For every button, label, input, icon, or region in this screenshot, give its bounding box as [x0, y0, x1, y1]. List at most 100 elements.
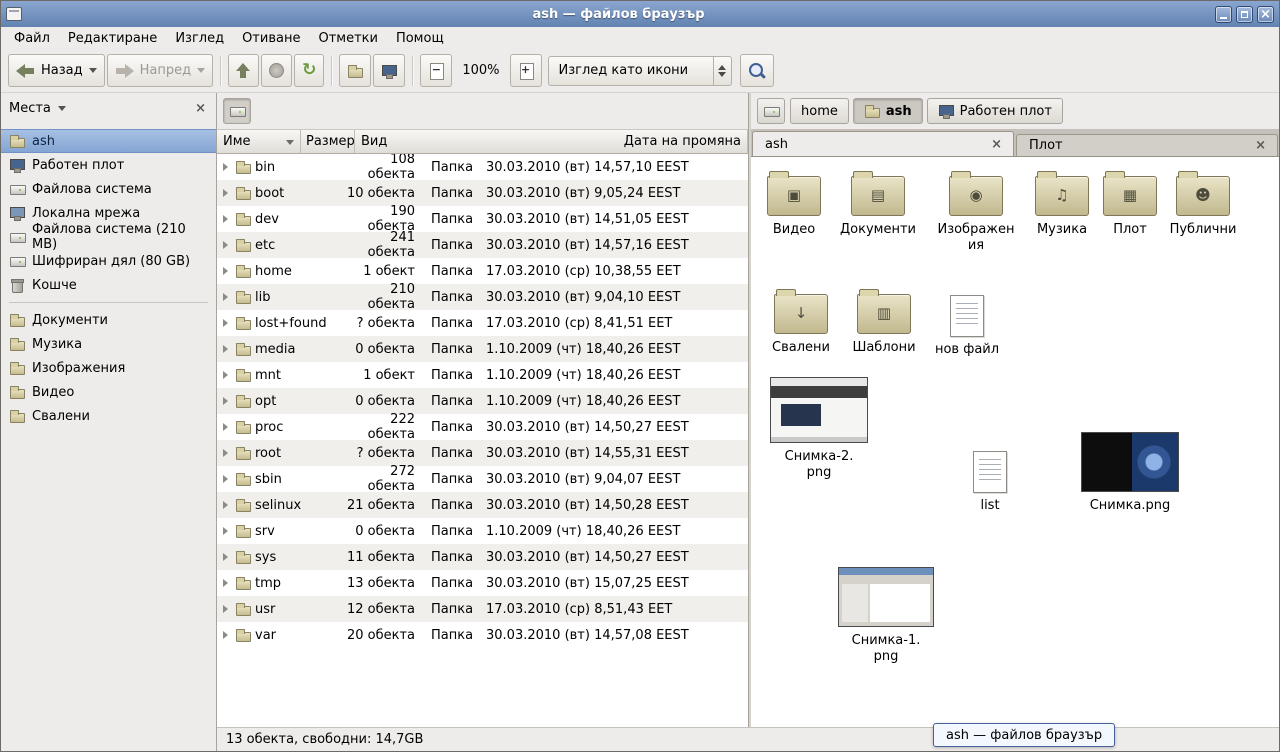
expander-icon[interactable]: [221, 474, 231, 484]
table-row[interactable]: home 1 обект Папка 17.03.2010 (ср) 10,38…: [217, 258, 748, 284]
expander-icon[interactable]: [221, 500, 231, 510]
expander-icon[interactable]: [221, 318, 231, 328]
menu-item[interactable]: Редактиране: [59, 27, 166, 49]
sidebar-item[interactable]: Кошче: [1, 273, 216, 297]
reload-button[interactable]: [294, 54, 324, 87]
expander-icon[interactable]: [221, 552, 231, 562]
sidebar-item[interactable]: Свалени: [1, 404, 216, 428]
table-row[interactable]: selinux 21 обекта Папка 30.03.2010 (вт) …: [217, 492, 748, 518]
icon-view-item[interactable]: list: [948, 445, 1032, 514]
home-button[interactable]: [339, 54, 371, 87]
icon-view-item[interactable]: ☻ Публични: [1161, 169, 1245, 238]
table-row[interactable]: lost+found ? обекта Папка 17.03.2010 (ср…: [217, 310, 748, 336]
expander-icon[interactable]: [221, 448, 231, 458]
minimize-button[interactable]: [1215, 6, 1232, 23]
icon-view-item[interactable]: нов файл: [925, 289, 1009, 358]
tab[interactable]: ash: [752, 131, 1014, 156]
menu-item[interactable]: Отметки: [309, 27, 386, 49]
folder-icon: [235, 315, 251, 331]
expander-icon[interactable]: [221, 526, 231, 536]
expander-icon[interactable]: [221, 422, 231, 432]
icon-view-item[interactable]: ◉ Изображения: [934, 169, 1018, 254]
search-button[interactable]: [740, 54, 774, 87]
column-header[interactable]: Дата на промяна: [618, 130, 748, 153]
root-location-button[interactable]: [223, 98, 251, 124]
icon-view-item[interactable]: ▣ Видео: [752, 169, 836, 238]
expander-icon[interactable]: [221, 214, 231, 224]
expander-icon[interactable]: [221, 578, 231, 588]
expander-icon[interactable]: [221, 240, 231, 250]
column-header[interactable]: Име: [217, 130, 301, 153]
zoom-out-button[interactable]: [420, 54, 452, 87]
table-row[interactable]: usr 12 обекта Папка 17.03.2010 (ср) 8,51…: [217, 596, 748, 622]
icon-view-item[interactable]: Снимка-1.png: [834, 567, 938, 665]
table-row[interactable]: boot 10 обекта Папка 30.03.2010 (вт) 9,0…: [217, 180, 748, 206]
expander-icon[interactable]: [221, 370, 231, 380]
sidebar-item[interactable]: ash: [1, 129, 216, 153]
expander-icon[interactable]: [221, 162, 231, 172]
table-row[interactable]: proc 222 обекта Папка 30.03.2010 (вт) 14…: [217, 414, 748, 440]
menu-item[interactable]: Изглед: [166, 27, 233, 49]
file-name: sys: [255, 550, 276, 565]
reload-icon: [302, 63, 316, 79]
table-row[interactable]: sbin 272 обекта Папка 30.03.2010 (вт) 9,…: [217, 466, 748, 492]
table-row[interactable]: bin 108 обекта Папка 30.03.2010 (вт) 14,…: [217, 154, 748, 180]
table-row[interactable]: opt 0 обекта Папка 1.10.2009 (чт) 18,40,…: [217, 388, 748, 414]
table-row[interactable]: srv 0 обекта Папка 1.10.2009 (чт) 18,40,…: [217, 518, 748, 544]
sidebar-item[interactable]: Файлова система: [1, 177, 216, 201]
sidebar-item[interactable]: Документи: [1, 308, 216, 332]
expander-icon[interactable]: [221, 630, 231, 640]
file-type: Папка: [425, 602, 479, 617]
icon-view-item[interactable]: ↓ Свалени: [759, 287, 843, 356]
icon-view-item[interactable]: ▥ Шаблони: [842, 287, 926, 356]
table-row[interactable]: var 20 обекта Папка 30.03.2010 (вт) 14,5…: [217, 622, 748, 648]
up-button[interactable]: [228, 54, 259, 87]
expander-icon[interactable]: [221, 396, 231, 406]
icon-view-item[interactable]: Снимка.png: [1078, 432, 1182, 514]
sidebar-item[interactable]: Работен плот: [1, 153, 216, 177]
sidebar-item[interactable]: Музика: [1, 332, 216, 356]
zoom-in-button[interactable]: [510, 54, 542, 87]
expander-icon[interactable]: [221, 188, 231, 198]
sidebar-item[interactable]: Файлова система (210 MB): [1, 225, 216, 249]
menu-item[interactable]: Файл: [5, 27, 59, 49]
table-row[interactable]: mnt 1 обект Папка 1.10.2009 (чт) 18,40,2…: [217, 362, 748, 388]
table-row[interactable]: dev 190 обекта Папка 30.03.2010 (вт) 14,…: [217, 206, 748, 232]
column-header[interactable]: Вид: [355, 130, 618, 153]
sidebar-item[interactable]: [1, 297, 216, 308]
breadcrumb-button[interactable]: Работен плот: [927, 98, 1063, 124]
places-selector[interactable]: Места: [9, 101, 66, 116]
back-button[interactable]: Назад: [8, 54, 105, 87]
table-row[interactable]: root ? обекта Папка 30.03.2010 (вт) 14,5…: [217, 440, 748, 466]
sidebar-item[interactable]: Видео: [1, 380, 216, 404]
table-row[interactable]: sys 11 обекта Папка 30.03.2010 (вт) 14,5…: [217, 544, 748, 570]
view-mode-combo[interactable]: Изглед като икони: [548, 56, 732, 86]
column-header[interactable]: Размер: [301, 130, 355, 153]
menu-item[interactable]: Отиване: [233, 27, 309, 49]
tab-close-icon[interactable]: [989, 138, 1004, 151]
expander-icon[interactable]: [221, 344, 231, 354]
tab-close-icon[interactable]: [1253, 139, 1268, 152]
root-location-button[interactable]: [757, 98, 785, 124]
maximize-button[interactable]: [1236, 6, 1253, 23]
table-row[interactable]: etc 241 обекта Папка 30.03.2010 (вт) 14,…: [217, 232, 748, 258]
close-button[interactable]: [1257, 6, 1274, 23]
icon-view-item[interactable]: ▤ Документи: [836, 169, 920, 238]
sidebar-item[interactable]: Изображения: [1, 356, 216, 380]
table-row[interactable]: media 0 обекта Папка 1.10.2009 (чт) 18,4…: [217, 336, 748, 362]
expander-icon[interactable]: [221, 266, 231, 276]
table-row[interactable]: lib 210 обекта Папка 30.03.2010 (вт) 9,0…: [217, 284, 748, 310]
table-row[interactable]: tmp 13 обекта Папка 30.03.2010 (вт) 15,0…: [217, 570, 748, 596]
file-date: 30.03.2010 (вт) 14,50,27 EEST: [479, 420, 748, 435]
expander-icon[interactable]: [221, 604, 231, 614]
expander-icon[interactable]: [221, 292, 231, 302]
icon-view-item[interactable]: ▦ Плот: [1088, 169, 1172, 238]
computer-button[interactable]: [373, 54, 405, 87]
breadcrumb-button[interactable]: ash: [853, 98, 923, 124]
menu-item[interactable]: Помощ: [387, 27, 453, 49]
sidebar-close-icon[interactable]: [193, 102, 208, 115]
tab[interactable]: Плот: [1016, 134, 1278, 156]
breadcrumb-button[interactable]: home: [790, 98, 849, 124]
icon-view-item[interactable]: Снимка-2.png: [767, 377, 871, 481]
sidebar-item[interactable]: Шифриран дял (80 GB): [1, 249, 216, 273]
